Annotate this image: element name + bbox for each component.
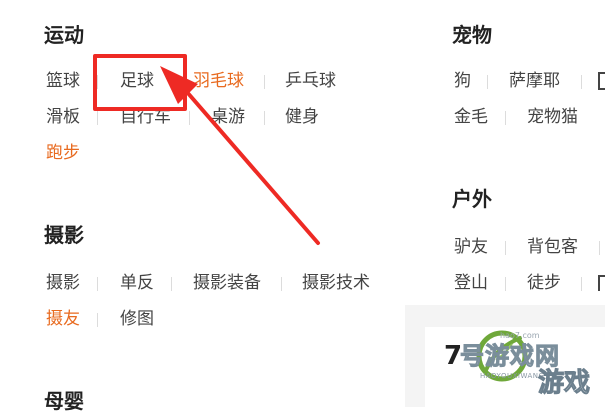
separator xyxy=(505,277,506,291)
tag-backpacker-friend[interactable]: 驴友 xyxy=(454,236,488,258)
separator xyxy=(264,75,265,89)
tag-running[interactable]: 跑步 xyxy=(46,142,80,164)
watermark-pinyin: HAOYOUXIWANG xyxy=(480,372,545,380)
separator xyxy=(599,241,600,255)
tag-bicycle[interactable]: 自行车 xyxy=(120,106,171,128)
separator xyxy=(189,111,190,125)
tag-photography[interactable]: 摄影 xyxy=(46,272,80,294)
tag-photo-friends[interactable]: 摄友 xyxy=(46,308,80,330)
tag-photo-editing[interactable]: 修图 xyxy=(120,308,154,330)
separator xyxy=(97,277,98,291)
tag-photo-gear[interactable]: 摄影装备 xyxy=(193,272,261,294)
separator xyxy=(487,75,488,89)
section-title-pets: 宠物 xyxy=(452,23,492,47)
separator xyxy=(281,277,282,291)
tag-boardgame[interactable]: 桌游 xyxy=(211,106,245,128)
tag-truncated[interactable] xyxy=(598,275,605,291)
tag-pingpong[interactable]: 乒乓球 xyxy=(285,70,336,92)
tag-fitness[interactable]: 健身 xyxy=(285,106,319,128)
tag-badminton[interactable]: 羽毛球 xyxy=(193,70,244,92)
separator xyxy=(264,111,265,125)
tag-pet-cat[interactable]: 宠物猫 xyxy=(527,106,578,128)
separator xyxy=(97,75,98,89)
tag-skateboard[interactable]: 滑板 xyxy=(46,106,80,128)
tag-photo-technique[interactable]: 摄影技术 xyxy=(302,272,370,294)
section-title-photography: 摄影 xyxy=(44,223,84,247)
separator xyxy=(171,75,172,89)
watermark-site-name: 号游戏网 xyxy=(460,342,560,371)
tag-football[interactable]: 足球 xyxy=(120,70,154,92)
tag-backpacker[interactable]: 背包客 xyxy=(527,236,578,258)
separator xyxy=(505,241,506,255)
separator xyxy=(97,111,98,125)
tag-dog[interactable]: 狗 xyxy=(454,70,471,92)
tag-truncated[interactable] xyxy=(598,72,605,90)
tag-golden-retriever[interactable]: 金毛 xyxy=(454,106,488,128)
separator xyxy=(581,277,582,291)
separator xyxy=(505,111,506,125)
tag-samoyed[interactable]: 萨摩耶 xyxy=(509,70,560,92)
section-title-sports: 运动 xyxy=(44,23,84,47)
section-title-maternity: 母婴 xyxy=(44,389,84,413)
tag-basketball[interactable]: 篮球 xyxy=(46,70,80,92)
watermark-game-text: 游戏 xyxy=(537,368,591,399)
separator xyxy=(171,277,172,291)
tag-mountaineering[interactable]: 登山 xyxy=(454,272,488,294)
separator xyxy=(581,75,582,89)
tag-dslr[interactable]: 单反 xyxy=(120,272,154,294)
watermark-url: hao7.com xyxy=(500,331,540,340)
section-title-outdoor: 户外 xyxy=(452,187,492,211)
tag-hiking[interactable]: 徒步 xyxy=(527,272,561,294)
separator xyxy=(97,313,98,327)
